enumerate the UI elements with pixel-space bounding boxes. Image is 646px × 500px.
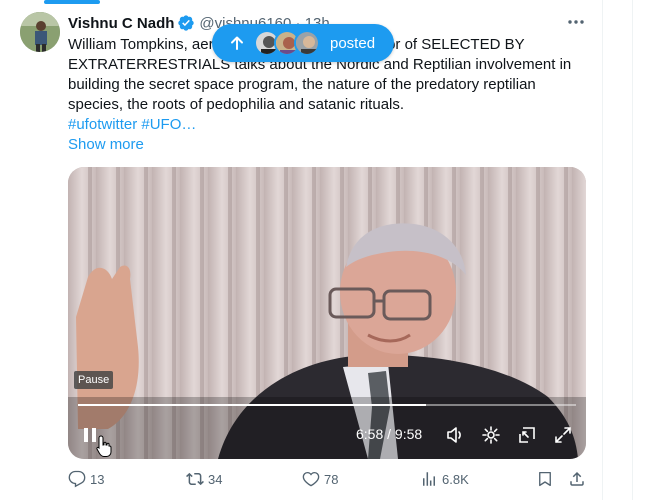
views-button[interactable]: 6.8K [420, 470, 469, 488]
like-count: 78 [324, 471, 339, 487]
repost-button[interactable]: 34 [186, 470, 222, 488]
reply-count: 13 [90, 471, 105, 487]
poster-avatars [254, 30, 320, 56]
fullscreen-icon[interactable] [553, 425, 573, 445]
hand-cursor-icon [96, 435, 112, 457]
avatar [294, 30, 320, 56]
bookmark-icon [539, 471, 551, 487]
video-controls: 6:58 / 9:58 [68, 419, 586, 451]
volume-icon[interactable] [445, 425, 465, 445]
more-options-icon[interactable] [566, 12, 586, 32]
hashtag-links[interactable]: #ufotwitter #UFO… [68, 115, 196, 135]
video-progress-fill [78, 404, 427, 406]
share-icon [570, 471, 584, 486]
tweet-actions: 13 34 78 6.8K [68, 470, 586, 492]
verified-badge-icon [177, 14, 195, 32]
column-divider [602, 0, 603, 500]
pause-tooltip: Pause [74, 371, 114, 389]
repost-icon [186, 472, 204, 486]
column-divider [632, 0, 633, 500]
new-posts-pill[interactable]: posted [212, 24, 394, 62]
video-progress-bar[interactable] [78, 404, 576, 406]
video-time: 6:58 / 9:58 [356, 426, 423, 442]
picture-in-picture-icon[interactable] [517, 425, 537, 445]
share-button[interactable] [568, 470, 590, 488]
repost-count: 34 [208, 471, 223, 487]
video-frame [68, 167, 586, 459]
like-button[interactable]: 78 [302, 470, 338, 488]
view-count: 6.8K [442, 471, 469, 487]
display-name[interactable]: Vishnu C Nadh [68, 15, 174, 32]
bookmark-button[interactable] [536, 470, 558, 488]
heart-icon [302, 471, 320, 487]
show-more-link[interactable]: Show more [68, 135, 144, 155]
views-chart-icon [423, 472, 435, 486]
reply-icon [68, 470, 86, 488]
active-tab-indicator [44, 0, 100, 4]
video-player[interactable]: Pause 6:58 / 9:58 [68, 167, 586, 459]
settings-gear-icon[interactable] [481, 425, 501, 445]
arrow-up-icon [228, 34, 246, 52]
avatar[interactable] [20, 12, 60, 52]
posted-label: posted [330, 34, 376, 52]
reply-button[interactable]: 13 [68, 470, 104, 488]
